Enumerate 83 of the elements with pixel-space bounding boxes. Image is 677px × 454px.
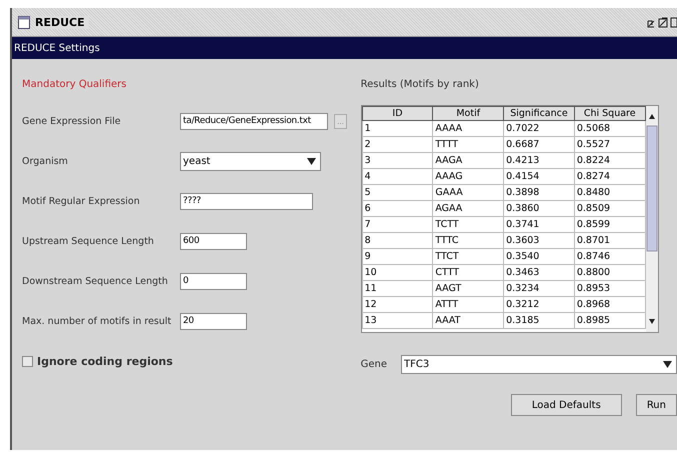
table-cell: 0.8746 xyxy=(574,248,646,264)
table-cell: 0.8599 xyxy=(574,216,646,232)
table-cell: 0.4213 xyxy=(504,152,574,168)
field-label: Gene Expression File xyxy=(22,116,122,126)
field-label: Upstream Sequence Length xyxy=(22,236,155,246)
table-cell: 0.6687 xyxy=(504,136,574,152)
table-cell: 0.8480 xyxy=(574,184,646,200)
table-cell: 0.7022 xyxy=(504,120,574,136)
table-cell: 0.8985 xyxy=(574,312,646,328)
table-cell: 0.8968 xyxy=(574,296,646,312)
section-title: Mandatory Qualifiers xyxy=(22,79,128,92)
table-cell: 0.3540 xyxy=(504,248,574,264)
gene-dropdown[interactable]: TFC3 xyxy=(401,355,677,374)
text-field[interactable]: 600 xyxy=(180,232,247,250)
column-header[interactable]: ID xyxy=(362,106,433,120)
results-title: Results (Motifs by rank) xyxy=(360,79,480,92)
table-cell: 9 xyxy=(362,248,433,264)
table-cell: AAAA xyxy=(432,120,504,136)
checkbox[interactable] xyxy=(22,356,33,367)
table-cell: 6 xyxy=(362,200,433,216)
table-cell: 0.3234 xyxy=(504,280,574,296)
gene-label: Gene xyxy=(360,359,387,370)
table-cell: 0.3741 xyxy=(504,216,574,232)
table-cell: 0.3603 xyxy=(504,232,574,248)
table-cell: TTCT xyxy=(432,248,504,264)
table-cell: 0.8701 xyxy=(574,232,646,248)
table-cell: 0.3212 xyxy=(504,296,574,312)
table-cell: 0.3185 xyxy=(504,312,574,328)
table-cell: 0.8224 xyxy=(574,152,646,168)
table-cell: TTTC xyxy=(432,232,504,248)
table-cell: 1 xyxy=(362,120,433,136)
table-cell: 3 xyxy=(362,152,433,168)
column-header[interactable]: Chi Square xyxy=(574,106,646,120)
table-cell: 0.8800 xyxy=(574,264,646,280)
table-cell: 0.8953 xyxy=(574,280,646,296)
table-cell: 8 xyxy=(362,232,433,248)
text-field[interactable]: ???? xyxy=(180,192,313,210)
organism-dropdown[interactable]: yeast xyxy=(180,152,321,170)
table-cell: 11 xyxy=(362,280,433,296)
table-cell: 2 xyxy=(362,136,433,152)
table-cell: 0.8274 xyxy=(574,168,646,184)
field-label: Motif Regular Expression xyxy=(22,196,141,206)
table-cell: 10 xyxy=(362,264,433,280)
scrollbar[interactable] xyxy=(646,106,658,332)
table-cell: TCTT xyxy=(432,216,504,232)
action-button[interactable]: Load Defaults xyxy=(510,394,622,416)
window-title: REDUCE xyxy=(35,16,89,28)
table-cell: 5 xyxy=(362,184,433,200)
table-cell: AAAT xyxy=(432,312,504,328)
table-cell: TTTT xyxy=(432,136,504,152)
file-path-field[interactable]: ta/Reduce/GeneExpression.txt xyxy=(180,112,328,130)
window-controls-icon[interactable] xyxy=(647,16,677,28)
table-cell: AAGA xyxy=(432,152,504,168)
table-cell: 0.5527 xyxy=(574,136,646,152)
table-cell: 0.4154 xyxy=(504,168,574,184)
table-cell: AGAA xyxy=(432,200,504,216)
action-button[interactable]: Run xyxy=(636,394,677,416)
table-cell: ATTT xyxy=(432,296,504,312)
table-cell: AAGT xyxy=(432,280,504,296)
field-label: Downstream Sequence Length xyxy=(22,276,169,286)
window-icon xyxy=(18,16,30,28)
checkbox-label: Ignore coding regions xyxy=(37,355,173,368)
column-header[interactable]: Significance xyxy=(504,106,574,120)
table-cell: AAAG xyxy=(432,168,504,184)
text-field[interactable]: 0 xyxy=(180,272,247,290)
table-cell: 13 xyxy=(362,312,433,328)
dropdown-arrow-icon xyxy=(663,361,672,368)
field-label: Max. number of motifs in result xyxy=(22,316,172,326)
column-header[interactable]: Motif xyxy=(432,106,504,120)
table-cell: 0.3898 xyxy=(504,184,574,200)
panel-header: REDUCE Settings xyxy=(12,37,677,59)
table-cell: GAAA xyxy=(432,184,504,200)
table-cell: 4 xyxy=(362,168,433,184)
text-field[interactable]: 20 xyxy=(180,312,247,330)
table-cell: 0.8509 xyxy=(574,200,646,216)
table-cell: 12 xyxy=(362,296,433,312)
field-label: Organism xyxy=(22,156,69,166)
table-cell: CTTT xyxy=(432,264,504,280)
table-cell: 0.3463 xyxy=(504,264,574,280)
table-cell: 7 xyxy=(362,216,433,232)
table-cell: 0.5068 xyxy=(574,120,646,136)
dropdown-arrow-icon xyxy=(307,158,316,164)
table-cell: 0.3860 xyxy=(504,200,574,216)
